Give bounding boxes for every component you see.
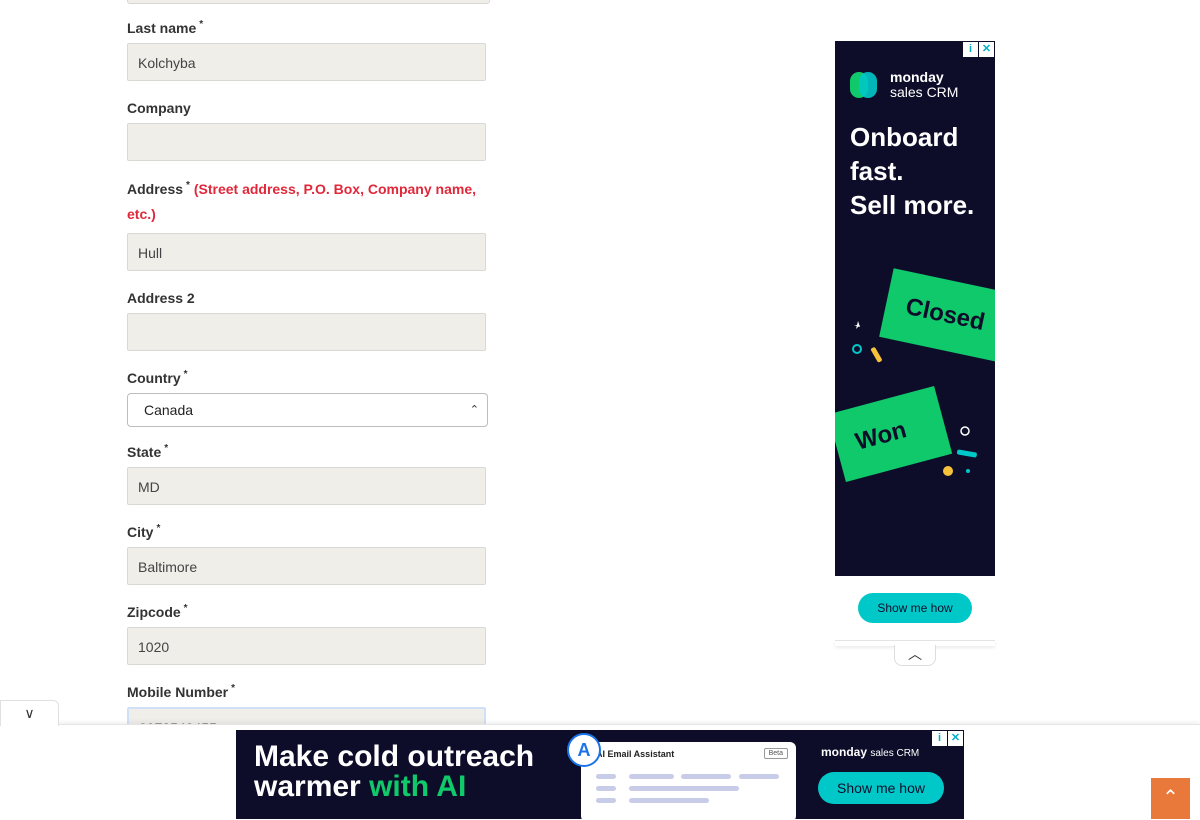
chevron-up-icon: ⌃: [1162, 787, 1179, 809]
email-assistant-mockup: AI Email Assistant Beta: [581, 742, 796, 819]
ad-controls: i ✕: [963, 42, 994, 57]
address2-input[interactable]: [127, 313, 486, 351]
city-input[interactable]: Baltimore: [127, 547, 486, 585]
bottom-ad-close-icon[interactable]: ✕: [948, 731, 963, 746]
confetti-icon: [852, 321, 882, 363]
address-input[interactable]: Hull: [127, 233, 486, 271]
bottom-ad-headline: Make cold outreach warmer with AI: [254, 740, 535, 803]
ad-info-icon[interactable]: i: [963, 42, 978, 57]
zipcode-label: Zipcode *: [127, 603, 188, 620]
bottom-show-me-how-button[interactable]: Show me how: [818, 772, 944, 804]
bottom-advertisement[interactable]: Make cold outreach warmer with AI AI Ema…: [236, 730, 964, 819]
toggle-bottom-bar-button[interactable]: ∨: [0, 700, 59, 726]
ad-close-icon[interactable]: ✕: [979, 42, 994, 57]
bottom-ad-controls: i ✕: [932, 731, 963, 746]
monday-logo-icon: [850, 72, 884, 98]
country-label: Country *: [127, 369, 188, 386]
show-me-how-button[interactable]: Show me how: [858, 593, 972, 623]
state-input[interactable]: MD: [127, 467, 486, 505]
zipcode-input[interactable]: 1020: [127, 627, 486, 665]
country-select[interactable]: Canada ⌃: [127, 393, 488, 427]
chevron-updown-icon: ⌃: [469, 404, 479, 416]
chevron-down-icon: ∨: [24, 705, 35, 721]
mobile-label: Mobile Number *: [127, 683, 236, 700]
beta-badge: Beta: [763, 748, 788, 759]
side-advertisement[interactable]: i ✕ monday sales CRM Onboard fast. Sell m…: [835, 41, 995, 576]
company-input[interactable]: [127, 123, 486, 161]
last-name-input[interactable]: Kolchyba: [127, 43, 486, 81]
collapse-ad-button[interactable]: ︿: [894, 645, 936, 666]
bottom-monday-logo: monday sales CRM: [821, 745, 920, 759]
assistant-logo-icon: A: [567, 733, 601, 767]
previous-field-edge: [127, 0, 490, 4]
address-label: Address * (Street address, P.O. Box, Comp…: [127, 180, 476, 222]
ad-headline: Onboard fast. Sell more.: [850, 122, 975, 220]
scroll-to-top-button[interactable]: ⌃: [1151, 778, 1190, 819]
closed-tag: Closed: [879, 268, 995, 364]
company-label: Company: [127, 100, 191, 116]
mockup-title: AI Email Assistant: [596, 749, 675, 759]
bottom-ad-info-icon[interactable]: i: [932, 731, 947, 746]
address-hint: (Street address, P.O. Box, Company name,: [193, 181, 476, 197]
address2-label: Address 2: [127, 290, 195, 306]
last-name-label: Last name *: [127, 19, 204, 36]
monday-logo: monday sales CRM: [850, 70, 958, 100]
confetti-icon-2: [943, 426, 977, 476]
chevron-up-icon: ︿: [908, 646, 922, 662]
state-label: State *: [127, 443, 169, 460]
country-selected-value: Canada: [144, 402, 194, 418]
address-hint-cont: etc.): [127, 206, 156, 222]
city-label: City *: [127, 523, 161, 540]
